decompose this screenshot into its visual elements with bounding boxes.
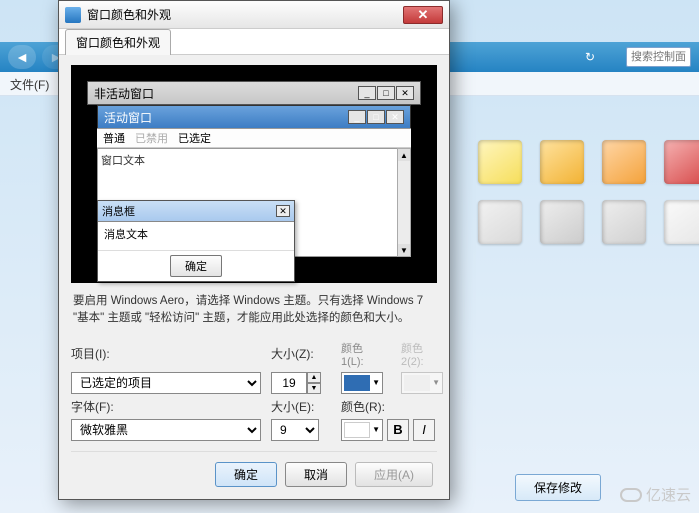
fcolor-label: 颜色(R): [341,398,451,415]
swatch-orange[interactable] [602,140,646,184]
item-label: 项目(I): [71,345,261,362]
scroll-up-icon: ▲ [398,149,410,161]
swatch-red[interactable] [664,140,699,184]
back-button[interactable]: ◄ [8,45,36,69]
theme-swatch-row-1 [478,140,699,184]
preview-inactive-title: 非活动窗口 [94,85,154,102]
close-button[interactable]: ✕ [403,6,443,24]
swatch-yellow[interactable] [478,140,522,184]
size-value[interactable] [271,372,307,394]
dialog-title: 窗口颜色和外观 [87,6,403,23]
min-icon: _ [348,110,366,124]
appearance-icon [65,7,81,23]
close-icon: ✕ [386,110,404,124]
color-header-1: 颜色 [341,343,363,355]
preview-menubar: 普通 已禁用 已选定 [97,128,411,148]
file-menu[interactable]: 文件(F) [10,78,49,92]
msg-ok-button: 确定 [170,255,222,277]
fsize-select[interactable]: 9 [271,419,319,441]
theme-swatch-row-2 [478,200,699,244]
fsize-label: 大小(E): [271,398,331,415]
apply-button: 应用(A) [355,462,433,487]
menu-normal: 普通 [103,130,125,146]
msg-text: 消息文本 [98,222,294,250]
menu-disabled: 已禁用 [135,130,168,146]
swatch-amber[interactable] [540,140,584,184]
search-input[interactable] [626,47,691,67]
dialog-buttons: 确定 取消 应用(A) [71,451,437,487]
bold-button[interactable]: B [387,419,409,441]
aero-note: 要启用 Windows Aero，请选择 Windows 主题。只有选择 Win… [73,293,435,328]
save-changes-button[interactable]: 保存修改 [515,474,601,501]
watermark: 亿速云 [620,484,691,505]
swatch-grey-2[interactable] [540,200,584,244]
italic-button[interactable]: I [413,419,435,441]
close-icon: ✕ [276,205,290,217]
preview-active-title: 活动窗口 [104,109,152,126]
spin-up-icon[interactable]: ▲ [307,372,321,383]
close-icon: ✕ [396,86,414,100]
spin-down-icon[interactable]: ▼ [307,383,321,394]
preview-inactive-window: 非活动窗口 _ □ ✕ [87,81,421,105]
watermark-text: 亿速云 [646,484,691,505]
swatch-grey-1[interactable] [478,200,522,244]
color-header-2: 颜色 [401,343,423,355]
appearance-dialog: 窗口颜色和外观 ✕ 窗口颜色和外观 非活动窗口 _ □ ✕ 活动窗口 _ □ ✕ [58,0,450,500]
scroll-down-icon: ▼ [398,244,410,256]
form-grid: 项目(I): 大小(Z): 颜色1(L): 颜色2(2): 已选定的项目 ▲▼ … [71,340,437,441]
size-spinner[interactable]: ▲▼ [271,372,331,394]
color1-picker[interactable]: ▼ [341,372,383,394]
ok-button[interactable]: 确定 [215,462,277,487]
preview-message-box: 消息框 ✕ 消息文本 确定 [97,200,295,282]
preview-window-text: 窗口文本 [101,152,145,168]
max-icon: □ [367,110,385,124]
tab-appearance[interactable]: 窗口颜色和外观 [65,29,171,55]
preview-active-window: 活动窗口 _ □ ✕ [97,105,411,129]
watermark-logo-icon [620,488,642,502]
font-label: 字体(F): [71,398,261,415]
dialog-titlebar[interactable]: 窗口颜色和外观 ✕ [59,1,449,29]
swatch-grey-4[interactable] [664,200,699,244]
msg-title: 消息框 [102,203,135,219]
size-label: 大小(Z): [271,345,331,362]
tabstrip: 窗口颜色和外观 [59,29,449,55]
swatch-grey-3[interactable] [602,200,646,244]
menu-selected: 已选定 [178,130,211,146]
refresh-icon[interactable]: ↻ [580,47,600,67]
min-icon: _ [358,86,376,100]
item-select[interactable]: 已选定的项目 [71,372,261,394]
preview-scrollbar: ▲ ▼ [397,148,411,257]
font-color-picker[interactable]: ▼ [341,419,383,441]
cancel-button[interactable]: 取消 [285,462,347,487]
max-icon: □ [377,86,395,100]
font-select[interactable]: 微软雅黑 [71,419,261,441]
preview-pane: 非活动窗口 _ □ ✕ 活动窗口 _ □ ✕ 普通 已禁用 已选定 [71,65,437,283]
color2-picker: ▼ [401,372,443,394]
